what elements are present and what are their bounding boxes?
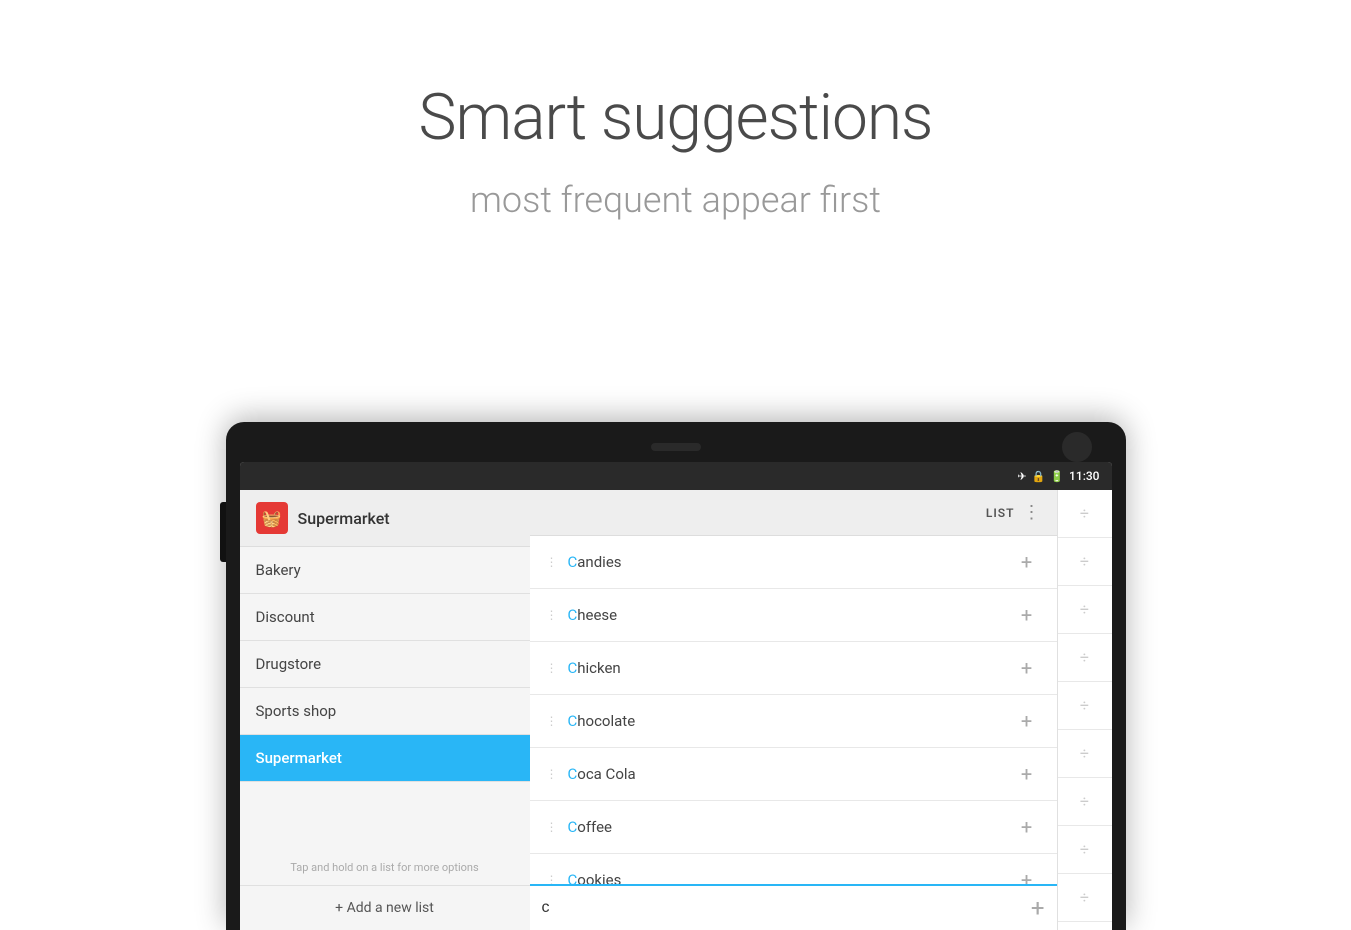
drag-handle-cheese: ⋮: [546, 608, 558, 622]
sidebar: 🧺 Supermarket Bakery Discount Drugstore …: [240, 490, 530, 930]
battery-icon: 🔋: [1050, 470, 1064, 483]
drag-handle-cookies: ⋮: [546, 873, 558, 884]
list-item-supermarket[interactable]: Supermarket: [240, 735, 530, 782]
highlight-c: C: [568, 606, 578, 624]
status-bar: ✈ 🔒 🔋 11:30: [240, 462, 1112, 490]
right-edge-item-6: ÷: [1058, 730, 1112, 778]
tablet-top-bar: [240, 436, 1112, 458]
suggestions-header: LIST ⋮: [530, 490, 1057, 536]
drag-handle-candies: ⋮: [546, 555, 558, 569]
suggestion-text-candies: Candies: [568, 553, 1013, 571]
tablet-wrapper: ✈ 🔒 🔋 11:30 🧺 Supermarket Bakery Disc: [226, 422, 1126, 930]
suggestion-text-coffee: Coffee: [568, 818, 1013, 836]
camera-notch: [651, 443, 701, 451]
suggestions-panel: LIST ⋮ ⋮ Candies + ⋮ Cheese +: [530, 490, 1057, 930]
suggestion-cookies[interactable]: ⋮ Cookies +: [530, 854, 1057, 884]
drag-handle-coffee: ⋮: [546, 820, 558, 834]
drag-handle-chicken: ⋮: [546, 661, 558, 675]
side-camera: [1062, 432, 1092, 462]
list-items: Bakery Discount Drugstore Sports shop Su…: [240, 547, 530, 782]
suggestion-text-cheese: Cheese: [568, 606, 1013, 624]
list-item-sports-shop[interactable]: Sports shop: [240, 688, 530, 735]
suggestion-candies[interactable]: ⋮ Candies +: [530, 536, 1057, 589]
right-edge-item-5: ÷: [1058, 682, 1112, 730]
right-edge-item-4: ÷: [1058, 634, 1112, 682]
suggestion-cheese[interactable]: ⋮ Cheese +: [530, 589, 1057, 642]
suggestion-coffee[interactable]: ⋮ Coffee +: [530, 801, 1057, 854]
suggestions-list: ⋮ Candies + ⋮ Cheese + ⋮ Chicken +: [530, 536, 1057, 884]
input-add-button[interactable]: +: [1031, 894, 1045, 922]
drag-handle-chocolate: ⋮: [546, 714, 558, 728]
highlight-c: C: [568, 871, 578, 884]
suggestion-text-chocolate: Chocolate: [568, 712, 1013, 730]
suggestion-text-chicken: Chicken: [568, 659, 1013, 677]
page-header: Smart suggestions most frequent appear f…: [0, 0, 1351, 221]
search-input[interactable]: [542, 899, 1023, 917]
suggestion-chocolate[interactable]: ⋮ Chocolate +: [530, 695, 1057, 748]
add-coffee-button[interactable]: +: [1013, 813, 1041, 841]
highlight-c: C: [568, 553, 578, 571]
highlight-c: C: [568, 712, 578, 730]
list-item-drugstore[interactable]: Drugstore: [240, 641, 530, 688]
airplane-icon: ✈: [1017, 470, 1026, 483]
add-coca-cola-button[interactable]: +: [1013, 760, 1041, 788]
status-icons: ✈ 🔒 🔋 11:30: [1017, 469, 1099, 483]
add-list-button[interactable]: + Add a new list: [240, 885, 530, 930]
drag-handle-coca-cola: ⋮: [546, 767, 558, 781]
right-edge-item-9: ÷: [1058, 874, 1112, 922]
right-edge-item-1: ÷: [1058, 490, 1112, 538]
right-edge-item-8: ÷: [1058, 826, 1112, 874]
add-candies-button[interactable]: +: [1013, 548, 1041, 576]
input-area: +: [530, 884, 1057, 930]
list-item-bakery[interactable]: Bakery: [240, 547, 530, 594]
suggestion-text-coca-cola: Coca Cola: [568, 765, 1013, 783]
highlight-c: C: [568, 765, 578, 783]
suggestion-coca-cola[interactable]: ⋮ Coca Cola +: [530, 748, 1057, 801]
app-title: Supermarket: [298, 509, 390, 528]
list-header-label: LIST: [986, 506, 1015, 520]
app-icon: 🧺: [256, 502, 288, 534]
sidebar-footer: Tap and hold on a list for more options: [240, 853, 530, 882]
more-options-icon[interactable]: ⋮: [1023, 502, 1041, 523]
lock-icon: 🔒: [1032, 470, 1046, 483]
list-item-discount[interactable]: Discount: [240, 594, 530, 641]
suggestion-text-cookies: Cookies: [568, 871, 1013, 884]
app-content: 🧺 Supermarket Bakery Discount Drugstore …: [240, 490, 1112, 930]
add-cheese-button[interactable]: +: [1013, 601, 1041, 629]
add-chicken-button[interactable]: +: [1013, 654, 1041, 682]
status-time: 11:30: [1069, 469, 1099, 483]
right-edge-item-2: ÷: [1058, 538, 1112, 586]
highlight-c: C: [568, 659, 578, 677]
highlight-c: C: [568, 818, 578, 836]
app-header: 🧺 Supermarket: [240, 490, 530, 547]
add-chocolate-button[interactable]: +: [1013, 707, 1041, 735]
right-edge-item-3: ÷: [1058, 586, 1112, 634]
volume-button: [220, 502, 226, 562]
tablet-screen: ✈ 🔒 🔋 11:30 🧺 Supermarket Bakery Disc: [240, 462, 1112, 930]
tablet-frame: ✈ 🔒 🔋 11:30 🧺 Supermarket Bakery Disc: [226, 422, 1126, 930]
right-edge: ÷ ÷ ÷ ÷ ÷ ÷ ÷ ÷ ÷: [1057, 490, 1112, 930]
right-edge-item-7: ÷: [1058, 778, 1112, 826]
main-title: Smart suggestions: [0, 80, 1351, 155]
add-cookies-button[interactable]: +: [1013, 866, 1041, 884]
sub-title: most frequent appear first: [0, 179, 1351, 221]
suggestion-chicken[interactable]: ⋮ Chicken +: [530, 642, 1057, 695]
